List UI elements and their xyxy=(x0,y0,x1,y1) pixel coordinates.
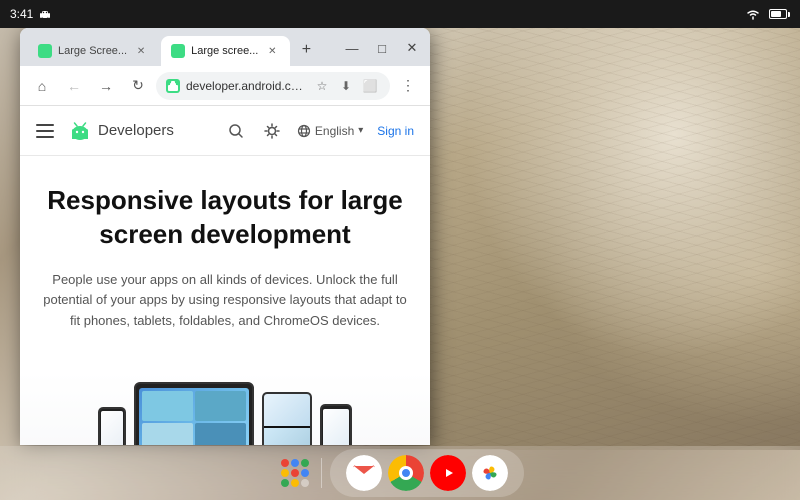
site-header: Developers xyxy=(20,106,430,156)
extension-icon[interactable]: ⬜ xyxy=(360,76,380,96)
address-favicon xyxy=(166,79,180,93)
language-selector[interactable]: English ▾ xyxy=(297,124,363,138)
wifi-icon xyxy=(745,8,761,20)
address-text: developer.android.com/ xyxy=(186,79,306,93)
status-right xyxy=(745,8,790,20)
status-left: 3:41 xyxy=(10,7,51,21)
app-launcher-button[interactable] xyxy=(277,455,313,491)
navigation-bar: ⌂ ← → ↻ developer.android.com/ ☆ ⬇ ⬜ ⋮ xyxy=(20,66,430,106)
tabs-container: Large Scree... ✕ Large scree... ✕ + xyxy=(24,36,336,66)
site-logo: Developers xyxy=(68,119,174,143)
status-bar: 3:41 xyxy=(0,0,800,28)
brightness-icon[interactable] xyxy=(261,120,283,142)
sign-in-button[interactable]: Sign in xyxy=(377,124,414,138)
chrome-window: Large Scree... ✕ Large scree... ✕ + — □ … xyxy=(20,28,430,445)
browser-tab-1[interactable]: Large Scree... ✕ xyxy=(28,36,159,66)
language-dropdown-icon: ▾ xyxy=(358,125,363,136)
nav-refresh-button[interactable]: ↻ xyxy=(124,72,152,100)
close-window-button[interactable]: ✕ xyxy=(398,34,426,62)
hero-title: Responsive layouts for large screen deve… xyxy=(40,184,410,252)
hamburger-menu-button[interactable] xyxy=(36,121,56,141)
browser-tab-2[interactable]: Large scree... ✕ xyxy=(161,36,290,66)
web-content: Developers xyxy=(20,106,430,445)
tab1-title: Large Scree... xyxy=(58,45,127,57)
minimize-button[interactable]: — xyxy=(338,34,366,62)
address-bar[interactable]: developer.android.com/ ☆ ⬇ ⬜ xyxy=(156,72,390,100)
globe-icon xyxy=(297,124,311,138)
taskbar-apps xyxy=(330,449,524,497)
chrome-taskbar-icon[interactable] xyxy=(388,455,424,491)
hero-description: People use your apps on all kinds of dev… xyxy=(40,270,410,332)
nav-back-button[interactable]: ← xyxy=(60,72,88,100)
taskbar-divider xyxy=(321,458,322,488)
battery-icon xyxy=(769,9,790,19)
tab-bar: Large Scree... ✕ Large scree... ✕ + — □ … xyxy=(20,28,430,66)
bookmark-icon[interactable]: ☆ xyxy=(312,76,332,96)
tab2-close-button[interactable]: ✕ xyxy=(264,43,280,59)
download-icon[interactable]: ⬇ xyxy=(336,76,356,96)
browser-menu-button[interactable]: ⋮ xyxy=(394,72,422,100)
language-label: English xyxy=(315,124,354,138)
tab1-favicon xyxy=(38,44,52,58)
window-controls: — □ ✕ xyxy=(338,34,426,66)
gmail-taskbar-icon[interactable] xyxy=(346,455,382,491)
nav-forward-button[interactable]: → xyxy=(92,72,120,100)
tab2-title: Large scree... xyxy=(191,45,258,57)
hero-section: Responsive layouts for large screen deve… xyxy=(20,156,430,372)
phone-mockup-left xyxy=(98,407,126,445)
phone-mockup-right xyxy=(320,404,352,445)
address-icons: ☆ ⬇ ⬜ xyxy=(312,76,380,96)
tablet-mockup xyxy=(134,382,254,445)
tab1-close-button[interactable]: ✕ xyxy=(133,43,149,59)
foldable-mockup xyxy=(262,392,312,445)
maximize-button[interactable]: □ xyxy=(368,34,396,62)
youtube-taskbar-icon[interactable] xyxy=(430,455,466,491)
site-header-right: English ▾ Sign in xyxy=(225,120,414,142)
nav-home-button[interactable]: ⌂ xyxy=(28,72,56,100)
new-tab-button[interactable]: + xyxy=(292,36,320,64)
android-logo-icon xyxy=(68,119,92,143)
android-status-icon xyxy=(39,8,51,20)
site-title: Developers xyxy=(98,122,174,139)
taskbar xyxy=(0,446,800,500)
status-time: 3:41 xyxy=(10,7,33,21)
devices-area xyxy=(20,372,430,445)
photos-taskbar-icon[interactable] xyxy=(472,455,508,491)
tab2-favicon xyxy=(171,44,185,58)
search-icon[interactable] xyxy=(225,120,247,142)
